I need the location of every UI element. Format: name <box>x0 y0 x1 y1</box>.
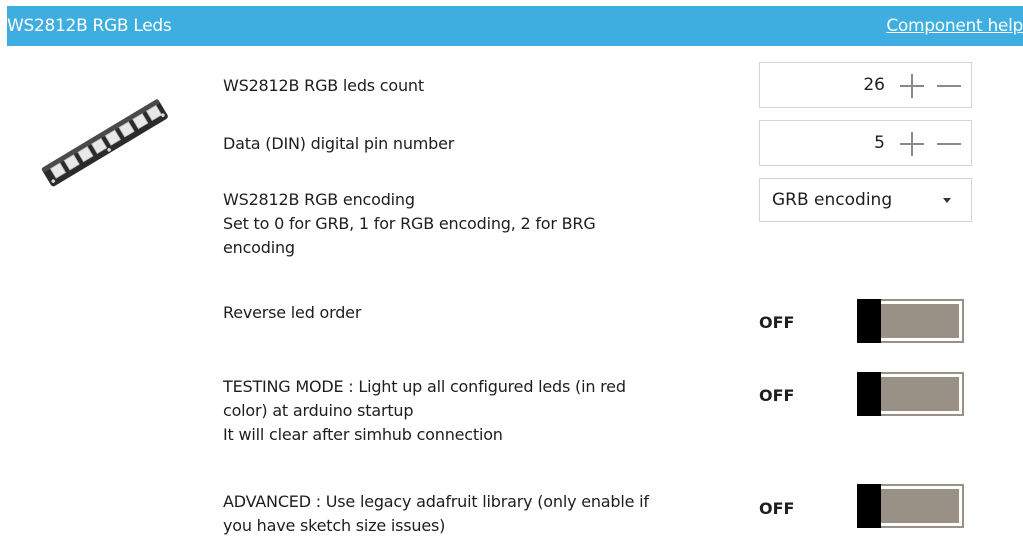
encoding-selected-value: GRB encoding <box>772 190 893 210</box>
encoding-label-line3: encoding <box>223 238 295 257</box>
encoding-label-line2: Set to 0 for GRB, 1 for RGB encoding, 2 … <box>223 214 596 233</box>
led-count-decrement-icon[interactable] <box>937 74 961 98</box>
advanced-label: ADVANCED : Use legacy adafruit library (… <box>223 490 649 538</box>
reverse-order-toggle[interactable] <box>857 299 964 343</box>
advanced-label-line2: you have sketch size issues) <box>223 516 446 535</box>
chevron-down-icon <box>943 198 951 203</box>
testing-mode-label-line3: It will clear after simhub connection <box>223 425 503 444</box>
component-help-link[interactable]: Component help <box>886 16 1023 36</box>
component-title: WS2812B RGB Leds <box>7 16 172 36</box>
led-count-increment-icon[interactable] <box>900 74 924 98</box>
led-count-label: WS2812B RGB leds count <box>223 76 424 95</box>
data-pin-decrement-icon[interactable] <box>937 132 961 156</box>
toggle-knob <box>857 299 881 343</box>
encoding-label-line1: WS2812B RGB encoding <box>223 190 415 209</box>
encoding-select[interactable]: GRB encoding <box>759 178 972 222</box>
data-pin-stepper[interactable]: 5 <box>759 120 972 166</box>
led-count-stepper[interactable]: 26 <box>759 62 972 108</box>
testing-mode-label-line2: color) at arduino startup <box>223 401 414 420</box>
advanced-label-line1: ADVANCED : Use legacy adafruit library (… <box>223 492 649 511</box>
advanced-state: OFF <box>759 499 795 518</box>
advanced-toggle[interactable] <box>857 484 964 528</box>
testing-mode-state: OFF <box>759 386 795 405</box>
data-pin-value[interactable]: 5 <box>874 133 885 153</box>
reverse-order-label: Reverse led order <box>223 303 362 322</box>
led-count-value[interactable]: 26 <box>863 75 885 95</box>
testing-mode-label: TESTING MODE : Light up all configured l… <box>223 375 626 447</box>
testing-mode-toggle[interactable] <box>857 372 964 416</box>
component-header: WS2812B RGB Leds Component help <box>7 6 1023 46</box>
led-strip-image <box>30 88 180 198</box>
toggle-knob <box>857 372 881 416</box>
data-pin-label: Data (DIN) digital pin number <box>223 134 455 153</box>
data-pin-increment-icon[interactable] <box>900 132 924 156</box>
encoding-label: WS2812B RGB encoding Set to 0 for GRB, 1… <box>223 188 596 260</box>
toggle-knob <box>857 484 881 528</box>
testing-mode-label-line1: TESTING MODE : Light up all configured l… <box>223 377 626 396</box>
reverse-order-state: OFF <box>759 313 795 332</box>
